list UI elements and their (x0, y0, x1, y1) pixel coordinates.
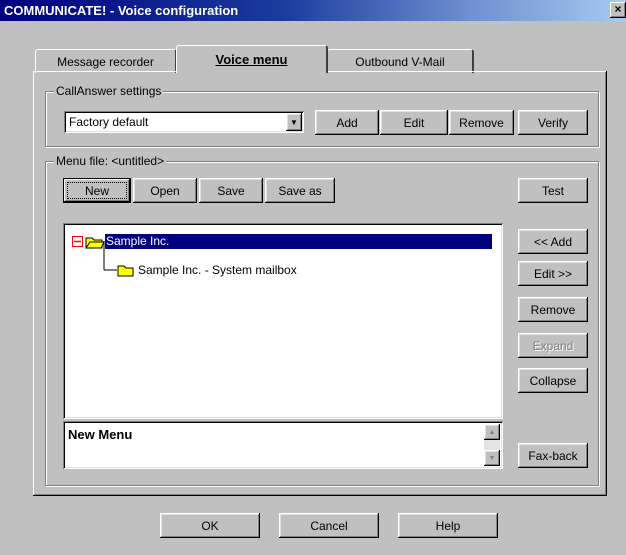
title-bar[interactable]: COMMUNICATE! - Voice configuration × (0, 0, 626, 21)
callanswer-verify-button[interactable]: Verify (518, 110, 588, 135)
callanswer-select[interactable]: Factory default ▼ (64, 111, 304, 133)
tree-collapse-button[interactable]: Collapse (518, 368, 588, 393)
group-label: Menu file: <untitled> (54, 154, 167, 168)
tab-message-recorder[interactable]: Message recorder (35, 49, 177, 73)
callanswer-selected-value: Factory default (69, 115, 149, 129)
tree-node-label: Sample Inc. - System mailbox (138, 262, 297, 277)
test-button[interactable]: Test (518, 178, 588, 203)
close-button[interactable]: × (610, 2, 626, 18)
tab-outbound-vmail[interactable]: Outbound V-Mail (327, 49, 474, 73)
save-button[interactable]: Save (199, 178, 263, 203)
tab-label: Outbound V-Mail (355, 54, 445, 69)
menu-name-box[interactable]: New Menu ▲ ▼ (63, 421, 503, 469)
tree-add-button[interactable]: << Add (518, 229, 588, 254)
new-button[interactable]: New (63, 178, 131, 203)
tree-node-label: Sample Inc. (105, 234, 492, 249)
group-label: CallAnswer settings (54, 84, 164, 98)
tree-remove-button[interactable]: Remove (518, 297, 588, 322)
ok-button[interactable]: OK (160, 513, 260, 538)
voice-configuration-window: COMMUNICATE! - Voice configuration × Mes… (0, 0, 626, 555)
open-button[interactable]: Open (133, 178, 197, 203)
collapse-icon[interactable] (72, 236, 83, 247)
tab-label: Voice menu (215, 52, 288, 67)
menu-tree-view[interactable]: Sample Inc. Sample Inc. - System mailbox (63, 223, 503, 419)
window-title: COMMUNICATE! - Voice configuration (4, 3, 239, 18)
cancel-button[interactable]: Cancel (279, 513, 379, 538)
folder-icon (117, 263, 135, 277)
tree-expand-button[interactable]: Expand (518, 333, 588, 358)
scrollbar[interactable]: ▲ ▼ (484, 424, 500, 466)
help-button[interactable]: Help (398, 513, 498, 538)
chevron-down-icon[interactable]: ▼ (286, 113, 302, 131)
tab-voice-menu[interactable]: Voice menu (176, 45, 328, 73)
tree-node-root[interactable]: Sample Inc. (72, 233, 492, 250)
menu-name-text: New Menu (68, 427, 133, 442)
save-as-button[interactable]: Save as (265, 178, 335, 203)
tree-edit-button[interactable]: Edit >> (518, 261, 588, 286)
open-folder-icon (85, 235, 105, 249)
tab-label: Message recorder (57, 54, 154, 69)
callanswer-add-button[interactable]: Add (315, 110, 379, 135)
callanswer-edit-button[interactable]: Edit (380, 110, 448, 135)
callanswer-remove-button[interactable]: Remove (449, 110, 514, 135)
scroll-down-icon[interactable]: ▼ (484, 450, 500, 466)
tree-node-child[interactable]: Sample Inc. - System mailbox (117, 261, 297, 278)
scroll-up-icon[interactable]: ▲ (484, 424, 500, 440)
fax-back-button[interactable]: Fax-back (518, 443, 588, 468)
